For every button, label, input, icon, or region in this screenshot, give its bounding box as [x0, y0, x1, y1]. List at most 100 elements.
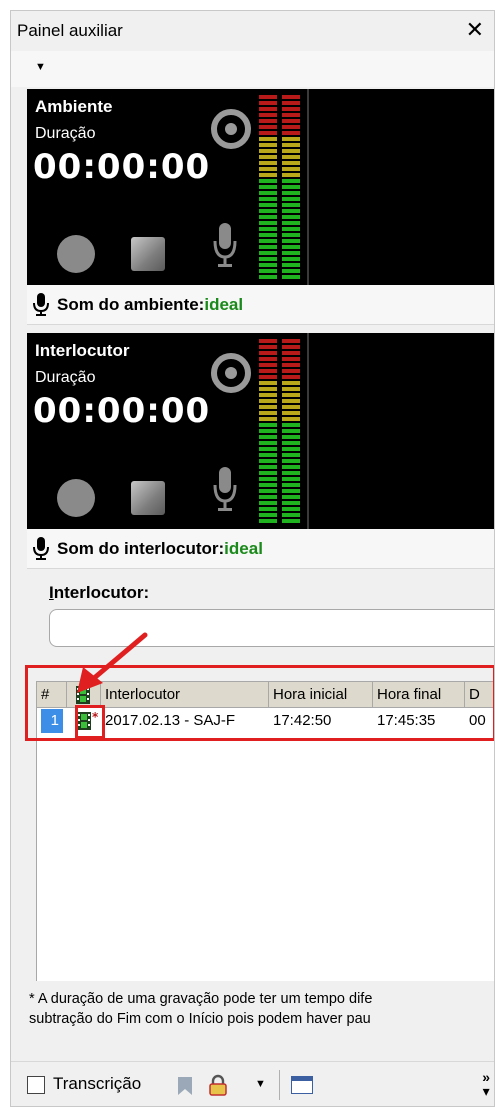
meter-segment — [282, 209, 300, 213]
meter-segment — [282, 447, 300, 451]
panel-toolstrip: ▼ — [11, 51, 494, 87]
meter-segment — [259, 345, 277, 349]
status-value: ideal — [224, 539, 263, 558]
duration-label: Duração — [35, 125, 96, 142]
meter-segment — [259, 363, 277, 367]
meter-segment — [282, 495, 300, 499]
volume-knob-icon[interactable] — [211, 353, 251, 393]
meter-segment — [259, 221, 277, 225]
meter-left-channel — [259, 339, 277, 525]
meter-segment — [259, 501, 277, 505]
meter-segment — [259, 269, 277, 273]
meter-segment — [282, 179, 300, 183]
meter-segment — [259, 489, 277, 493]
meter-segment — [259, 263, 277, 267]
dropdown-arrow-icon[interactable]: ▼ — [255, 1078, 266, 1090]
meter-segment — [282, 393, 300, 397]
microphone-icon — [33, 537, 49, 560]
meter-segment — [282, 477, 300, 481]
meter-segment — [282, 95, 300, 99]
record-button[interactable] — [57, 235, 95, 273]
level-meter — [259, 339, 303, 525]
meter-segment — [259, 245, 277, 249]
volume-knob-icon[interactable] — [211, 109, 251, 149]
meter-segment — [259, 513, 277, 517]
status-value: ideal — [204, 295, 244, 314]
recorder-title: Ambiente — [35, 97, 113, 116]
meter-segment — [259, 351, 277, 355]
meter-segment — [259, 209, 277, 213]
meter-segment — [282, 191, 300, 195]
meter-segment — [282, 143, 300, 147]
meter-segment — [282, 131, 300, 135]
microphone-icon — [213, 223, 237, 267]
duration-timer: 00:00:00 — [33, 391, 211, 431]
meter-segment — [259, 203, 277, 207]
panel-titlebar: Painel auxiliar ✕ — [11, 11, 494, 51]
meter-segment — [259, 441, 277, 445]
meter-segment — [259, 459, 277, 463]
meter-segment — [259, 507, 277, 511]
meter-segment — [282, 405, 300, 409]
meter-segment — [282, 453, 300, 457]
record-button[interactable] — [57, 479, 95, 517]
meter-right-channel — [282, 95, 300, 281]
duration-label: Duração — [35, 369, 96, 386]
close-icon[interactable]: ✕ — [466, 17, 484, 43]
meter-segment — [259, 197, 277, 201]
meter-segment — [282, 275, 300, 279]
window-layout-icon[interactable] — [291, 1076, 313, 1094]
meter-segment — [282, 417, 300, 421]
meter-segment — [282, 411, 300, 415]
microphone-icon — [33, 293, 49, 316]
stop-button[interactable] — [131, 481, 165, 515]
status-label: Som do ambiente: — [57, 295, 205, 314]
meter-segment — [259, 191, 277, 195]
meter-segment — [282, 263, 300, 267]
meter-segment — [282, 197, 300, 201]
meter-segment — [282, 119, 300, 123]
meter-segment — [282, 257, 300, 261]
meter-segment — [259, 471, 277, 475]
more-options-icon[interactable]: » ▾ — [482, 1070, 490, 1098]
meter-segment — [259, 173, 277, 177]
meter-segment — [259, 399, 277, 403]
meter-segment — [259, 411, 277, 415]
transcricao-checkbox[interactable] — [27, 1076, 45, 1094]
meter-segment — [259, 251, 277, 255]
meter-segment — [282, 149, 300, 153]
meter-segment — [282, 233, 300, 237]
meter-segment — [282, 137, 300, 141]
meter-segment — [282, 173, 300, 177]
meter-segment — [282, 519, 300, 523]
meter-segment — [259, 393, 277, 397]
meter-segment — [259, 119, 277, 123]
dropdown-arrow-icon[interactable]: ▼ — [35, 61, 46, 73]
meter-segment — [259, 239, 277, 243]
meter-segment — [259, 131, 277, 135]
meter-segment — [282, 113, 300, 117]
meter-segment — [282, 501, 300, 505]
meter-segment — [282, 221, 300, 225]
meter-segment — [259, 465, 277, 469]
meter-segment — [282, 185, 300, 189]
meter-segment — [282, 269, 300, 273]
meter-segment — [259, 161, 277, 165]
meter-segment — [282, 459, 300, 463]
meter-segment — [259, 143, 277, 147]
meter-segment — [259, 477, 277, 481]
meter-segment — [259, 185, 277, 189]
meter-segment — [282, 203, 300, 207]
bookmark-icon[interactable] — [175, 1076, 195, 1096]
meter-segment — [259, 155, 277, 159]
meter-segment — [259, 227, 277, 231]
meter-segment — [282, 399, 300, 403]
meter-segment — [282, 161, 300, 165]
meter-segment — [282, 465, 300, 469]
meter-segment — [259, 369, 277, 373]
meter-segment — [259, 233, 277, 237]
stop-button[interactable] — [131, 237, 165, 271]
lock-icon[interactable] — [207, 1074, 229, 1096]
meter-segment — [282, 363, 300, 367]
transcricao-label[interactable]: Transcrição — [53, 1074, 141, 1094]
